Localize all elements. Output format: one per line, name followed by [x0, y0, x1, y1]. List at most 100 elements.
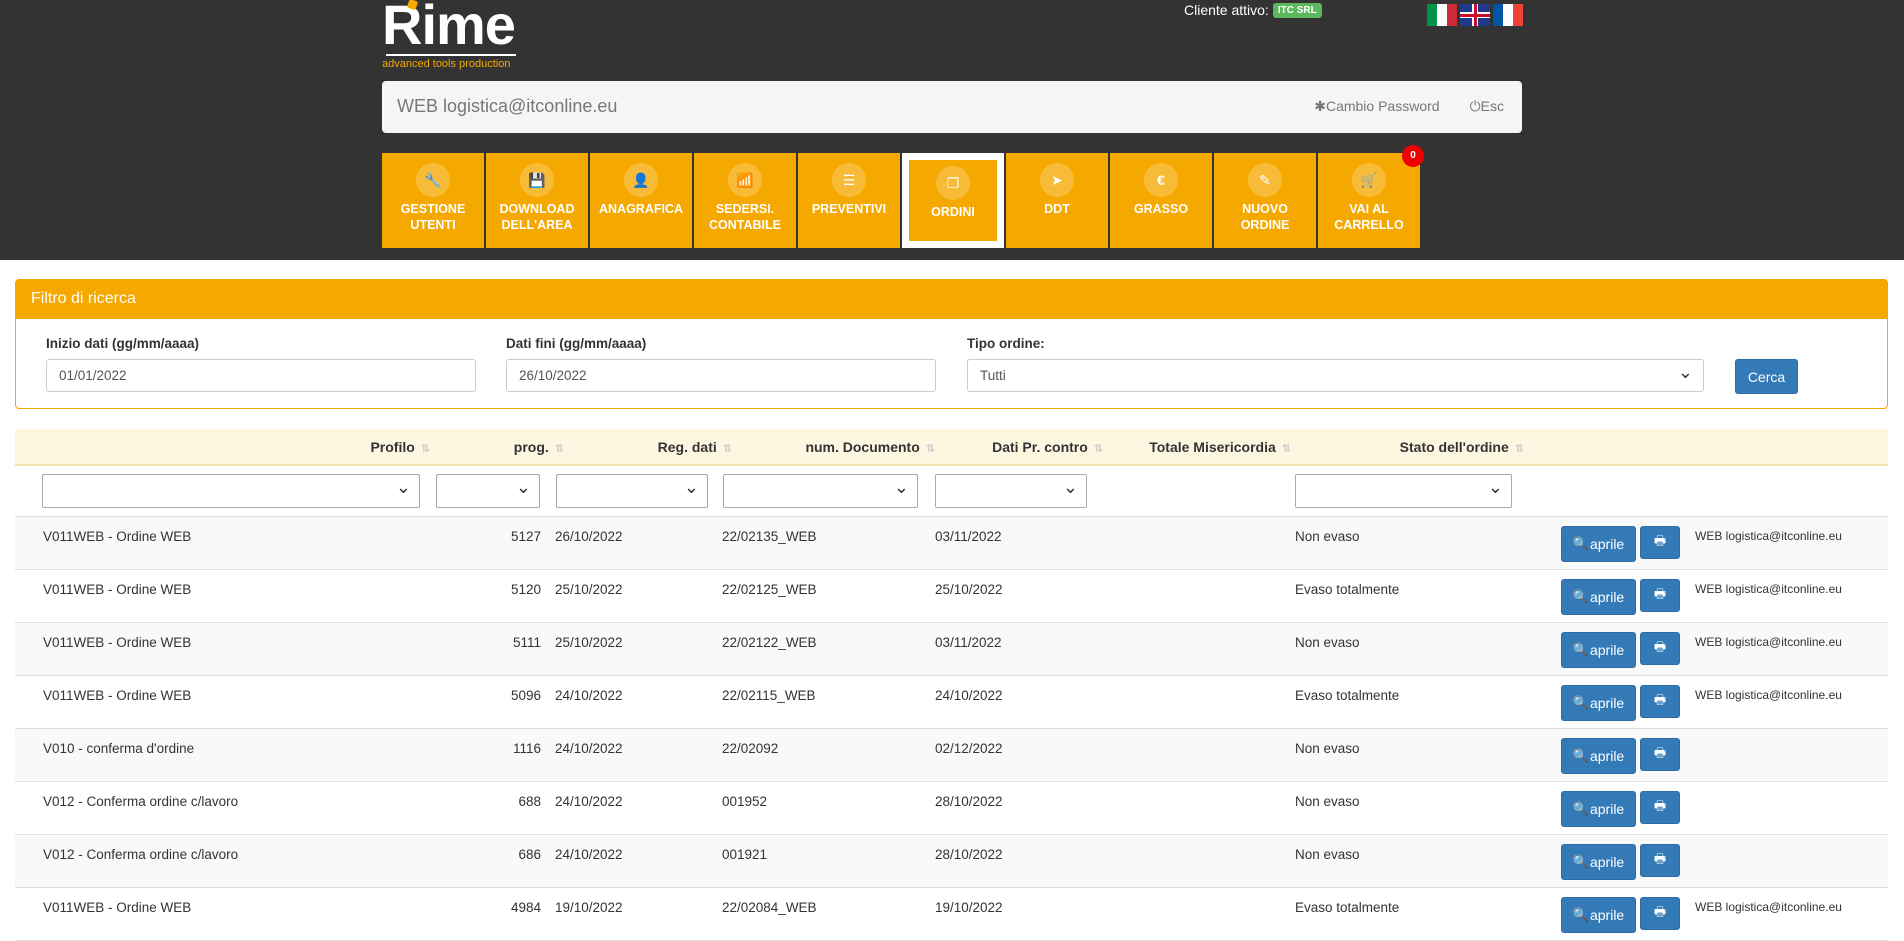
nav-item-anagrafica[interactable]: 👤 ANAGRAFICA	[590, 153, 692, 248]
col-profilo[interactable]: Profilo ⇅	[370, 439, 430, 455]
open-order-button[interactable]: 🔍 aprile	[1561, 844, 1636, 880]
table-row[interactable]: V011WEB - Ordine WEB 4984 19/10/2022 22/020…	[15, 888, 1888, 941]
nav-item-sedersi-contabile[interactable]: 📶 SEDERSI. CONTABILE	[694, 153, 796, 248]
cell-profilo: V011WEB - Ordine WEB	[43, 635, 192, 650]
print-button[interactable]: 🖶	[1640, 579, 1680, 612]
table-row[interactable]: V010 - conferma d'ordine 1116 24/10/2022 22…	[15, 729, 1888, 782]
cell-stato: Non evaso	[1295, 635, 1360, 650]
print-button[interactable]: 🖶	[1640, 738, 1680, 771]
search-icon: 🔍	[1572, 907, 1589, 922]
signal-icon: 📶	[728, 163, 762, 197]
nav-item-vai-al-carrello[interactable]: 🛒 VAI AL CARRELLO 0	[1318, 145, 1424, 248]
print-button[interactable]: 🖶	[1640, 685, 1680, 718]
nav-item-nuovo-ordine[interactable]: ✎ NUOVO ORDINE	[1214, 153, 1316, 248]
french-flag-icon[interactable]	[1493, 4, 1523, 26]
start-date-input[interactable]: 01/01/2022	[46, 359, 476, 392]
end-date-input[interactable]: 26/10/2022	[506, 359, 936, 392]
nav-item-gestione-utenti[interactable]: 🔧 GESTIONE UTENTI	[382, 153, 484, 248]
print-icon: 🖶	[1653, 797, 1667, 813]
stato-filter-select[interactable]	[1295, 474, 1512, 508]
logout-link[interactable]: ⏻Esc	[1470, 98, 1504, 115]
open-order-button[interactable]: 🔍 aprile	[1561, 632, 1636, 668]
cell-profilo: V011WEB - Ordine WEB	[43, 529, 192, 544]
cell-profilo: V010 - conferma d'ordine	[43, 741, 195, 756]
search-icon: 🔍	[1572, 801, 1589, 816]
nav-item-ddt[interactable]: ➤ DDT	[1006, 153, 1108, 248]
user-bar: WEB logistica@itconline.eu ✱Cambio Passw…	[382, 81, 1522, 133]
cell-num-documento: 22/02084_WEB	[722, 900, 817, 915]
open-order-button[interactable]: 🔍 aprile	[1561, 791, 1636, 827]
active-client: Cliente attivo: ITC SRL	[1184, 2, 1322, 18]
dati-pr-filter-select[interactable]	[935, 474, 1087, 508]
prog-filter-select[interactable]	[436, 474, 540, 508]
nav-label: GESTIONE	[400, 202, 466, 216]
print-button[interactable]: 🖶	[1640, 526, 1680, 559]
search-button[interactable]: Cerca	[1735, 359, 1798, 394]
uk-flag-icon[interactable]	[1460, 4, 1490, 26]
col-dati-pr-contro[interactable]: Dati Pr. contro ⇅	[992, 439, 1103, 455]
main-nav: 🔧 GESTIONE UTENTI 💾 DOWNLOAD DELL'AREA 👤 ANAGRA…	[382, 145, 1424, 248]
search-icon: 🔍	[1572, 642, 1589, 657]
nav-label-line2: ORDINE	[1240, 218, 1290, 232]
cell-num-documento: 001921	[722, 847, 768, 862]
col-stato[interactable]: Stato dell'ordine ⇅	[1400, 439, 1524, 455]
open-order-button[interactable]: 🔍 aprile	[1561, 526, 1636, 562]
nav-item-grasso[interactable]: € GRASSO	[1110, 153, 1212, 248]
edit-icon: ✎	[1248, 163, 1282, 197]
cell-utente: WEB logistica@itconline.eu	[1695, 582, 1842, 596]
cell-dati-pr-contro: 28/10/2022	[935, 794, 1003, 809]
nav-item-preventivi[interactable]: ☰ PREVENTIVI	[798, 153, 900, 248]
cell-prog: 5120	[510, 582, 541, 597]
logo-underline	[386, 54, 516, 56]
cell-reg-dati: 19/10/2022	[555, 900, 623, 915]
cell-profilo: V012 - Conferma ordine c/lavoro	[43, 794, 239, 809]
start-date-label: Inizio dati (gg/mm/aaaa)	[46, 336, 200, 351]
cell-profilo: V011WEB - Ordine WEB	[43, 582, 192, 597]
cell-profilo: V011WEB - Ordine WEB	[43, 688, 192, 703]
nav-label-line2: DELL'AREA	[501, 218, 573, 232]
table-row[interactable]: V012 - Conferma ordine c/lavoro 688 24/10/…	[15, 782, 1888, 835]
save-icon: 💾	[520, 163, 554, 197]
nav-label: GRASSO	[1133, 202, 1189, 216]
copy-icon: ❐	[936, 166, 970, 200]
open-order-button[interactable]: 🔍 aprile	[1561, 738, 1636, 774]
active-client-label: Cliente attivo:	[1184, 2, 1269, 18]
num-documento-filter-select[interactable]	[723, 474, 918, 508]
col-num-documento[interactable]: num. Documento ⇅	[805, 439, 935, 455]
nav-item-ordini[interactable]: ❐ ORDINI	[902, 153, 1004, 248]
italian-flag-icon[interactable]	[1427, 4, 1457, 26]
profilo-filter-select[interactable]	[42, 474, 420, 508]
cell-stato: Non evaso	[1295, 529, 1360, 544]
col-prog[interactable]: prog. ⇅	[514, 439, 564, 455]
table-row[interactable]: V011WEB - Ordine WEB 5096 24/10/2022 22/021…	[15, 676, 1888, 729]
nav-item-download-dell-area[interactable]: 💾 DOWNLOAD DELL'AREA	[486, 153, 588, 248]
cell-dati-pr-contro: 28/10/2022	[935, 847, 1003, 862]
rime-logo[interactable]: Rime advanced tools production	[382, 0, 532, 72]
change-password-link[interactable]: ✱Cambio Password	[1314, 98, 1439, 115]
reg-dati-filter-select[interactable]	[556, 474, 708, 508]
cell-stato: Non evaso	[1295, 794, 1360, 809]
table-row[interactable]: V011WEB - Ordine WEB 5111 25/10/2022 22/021…	[15, 623, 1888, 676]
print-button[interactable]: 🖶	[1640, 844, 1680, 877]
table-header: Profilo ⇅ prog. ⇅ Reg. dati ⇅ num. Document…	[15, 429, 1888, 466]
print-icon: 🖶	[1653, 638, 1667, 654]
order-type-field-group: Tipo ordine: Tutti	[967, 336, 1704, 392]
print-button[interactable]: 🖶	[1640, 791, 1680, 824]
print-button[interactable]: 🖶	[1640, 897, 1680, 930]
cell-prog: 5096	[510, 688, 541, 703]
table-row[interactable]: V011WEB - Ordine WEB 5127 26/10/2022 22/021…	[15, 517, 1888, 570]
order-type-select[interactable]: Tutti	[967, 359, 1704, 392]
table-row[interactable]: V012 - Conferma ordine c/lavoro 686 24/10/…	[15, 835, 1888, 888]
open-label: aprile	[1589, 536, 1625, 552]
top-header: Rime advanced tools production Cliente a…	[0, 0, 1904, 260]
col-totale[interactable]: Totale Misericordia ⇅	[1149, 439, 1291, 455]
cell-stato: Evaso totalmente	[1295, 582, 1400, 597]
print-button[interactable]: 🖶	[1640, 632, 1680, 665]
end-date-field-group: Dati fini (gg/mm/aaaa) 26/10/2022	[506, 336, 936, 392]
col-reg-dati[interactable]: Reg. dati ⇅	[658, 439, 732, 455]
open-label: aprile	[1589, 589, 1625, 605]
table-row[interactable]: V011WEB - Ordine WEB 5120 25/10/2022 22/021…	[15, 570, 1888, 623]
open-order-button[interactable]: 🔍 aprile	[1561, 897, 1636, 933]
open-order-button[interactable]: 🔍 aprile	[1561, 579, 1636, 615]
open-order-button[interactable]: 🔍 aprile	[1561, 685, 1636, 721]
